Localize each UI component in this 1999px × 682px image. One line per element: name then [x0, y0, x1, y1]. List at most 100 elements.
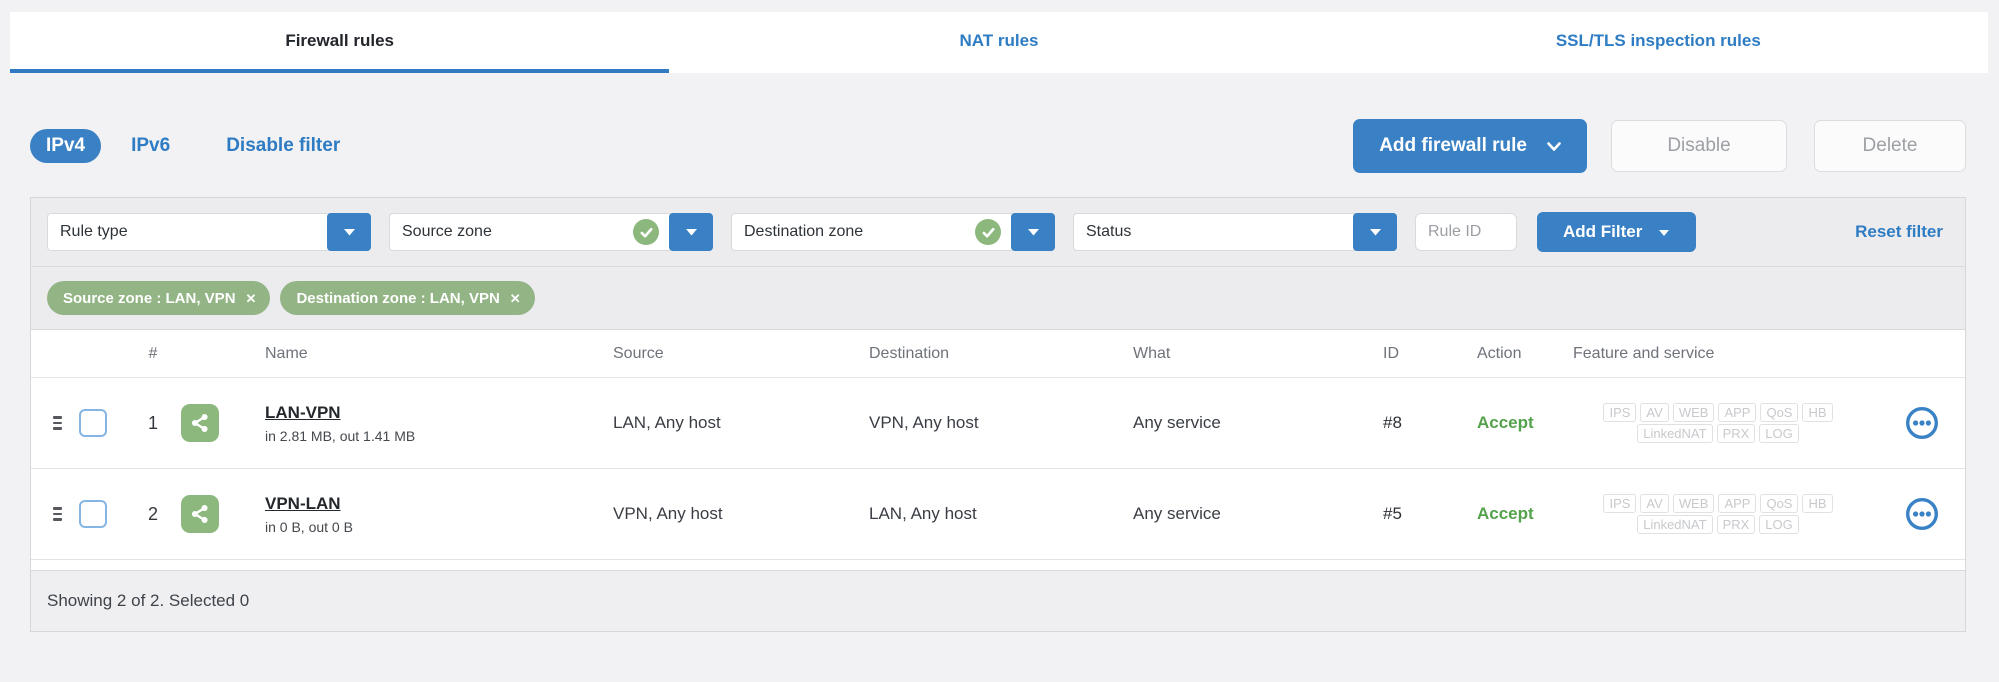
dropdown-label: Status: [1086, 223, 1132, 240]
rule-id-input[interactable]: [1415, 213, 1517, 251]
ipv4-toggle[interactable]: IPv4: [30, 129, 102, 163]
table-row: 2 VPN-LAN in 0 B, out 0 B VPN, Any host LAN,…: [31, 469, 1965, 560]
feature-badges: IPS AV WEB APP QoS HB LinkedNAT PRX LOG: [1573, 492, 1863, 536]
rule-name-link[interactable]: VPN-LAN: [265, 494, 341, 514]
feature-badge-hb: HB: [1802, 494, 1833, 513]
rule-name-link[interactable]: LAN-VPN: [265, 403, 341, 423]
chevron-down-icon[interactable]: [327, 213, 371, 251]
chevron-down-icon: [1547, 135, 1561, 157]
column-header-destination: Destination: [869, 344, 950, 362]
table-footer: Showing 2 of 2. Selected 0: [31, 570, 1965, 631]
column-header-feature-and-service: Feature and service: [1573, 344, 1715, 362]
tab-firewall-rules[interactable]: Firewall rules: [10, 12, 670, 73]
column-header-what: What: [1133, 344, 1171, 362]
feature-badge-linkednat: LinkedNAT: [1637, 424, 1713, 443]
showing-status-text: Showing 2 of 2. Selected 0: [47, 591, 250, 610]
feature-badge-line: IPS AV WEB APP QoS HB: [1573, 494, 1863, 513]
ipv6-toggle[interactable]: IPv6: [131, 135, 170, 157]
table-header: # Name Source Destination What ID Action Featur…: [31, 330, 1965, 378]
add-firewall-rule-button[interactable]: Add firewall rule: [1353, 119, 1587, 173]
row-checkbox[interactable]: [79, 500, 107, 528]
tab-ssl-tls-inspection-rules[interactable]: SSL/TLS inspection rules: [1329, 12, 1988, 73]
add-filter-label: Add Filter: [1563, 222, 1643, 241]
dropdown-value: Status: [1073, 213, 1355, 251]
chevron-down-icon[interactable]: [1011, 213, 1055, 251]
feature-badge-line: LinkedNAT PRX LOG: [1573, 424, 1863, 443]
chevron-down-icon: [1658, 222, 1670, 242]
feature-badge-line: IPS AV WEB APP QoS HB: [1573, 403, 1863, 422]
tab-nat-rules[interactable]: NAT rules: [669, 12, 1328, 73]
dropdown-label: Source zone: [402, 223, 492, 240]
rule-name-cell: LAN-VPN in 2.81 MB, out 1.41 MB: [253, 403, 613, 444]
filter-applied-check-icon: [975, 219, 1001, 245]
column-header-name: Name: [265, 344, 308, 362]
row-checkbox[interactable]: [79, 409, 107, 437]
feature-badge-line: LinkedNAT PRX LOG: [1573, 515, 1863, 534]
filter-bar: Rule type Source zone Destination zone Stat…: [31, 198, 1965, 267]
table-spacer: [31, 560, 1965, 570]
remove-chip-icon[interactable]: ✕: [510, 292, 521, 305]
filter-dropdown-status[interactable]: Status: [1073, 213, 1397, 251]
firewall-rules-panel: Rule type Source zone Destination zone Stat…: [30, 197, 1966, 632]
toolbar-actions: Add firewall rule Disable Delete: [1353, 119, 1966, 173]
filter-chip[interactable]: Destination zone : LAN, VPN ✕: [280, 281, 535, 315]
row-actions-ellipsis-button[interactable]: [1905, 406, 1939, 440]
column-header-: #: [148, 344, 158, 362]
chevron-down-icon[interactable]: [1353, 213, 1397, 251]
filter-applied-check-icon: [633, 219, 659, 245]
feature-badge-av: AV: [1640, 494, 1669, 513]
filter-dropdown-rule-type[interactable]: Rule type: [47, 213, 371, 251]
feature-badge-log: LOG: [1759, 424, 1799, 443]
remove-chip-icon[interactable]: ✕: [246, 292, 257, 305]
filter-dropdown-destination-zone[interactable]: Destination zone: [731, 213, 1055, 251]
reset-filter-link[interactable]: Reset filter: [1855, 222, 1943, 242]
rule-traffic-text: in 2.81 MB, out 1.41 MB: [265, 427, 416, 444]
filter-chip-label: Source zone : LAN, VPN: [63, 289, 236, 307]
dropdown-value: Source zone: [389, 213, 671, 251]
table-body: 1 LAN-VPN in 2.81 MB, out 1.41 MB LAN, Any …: [31, 378, 1965, 560]
rule-destination: LAN, Any host: [869, 504, 977, 523]
dropdown-label: Rule type: [60, 223, 128, 240]
rule-service: Any service: [1133, 504, 1221, 523]
add-filter-button[interactable]: Add Filter: [1537, 212, 1697, 252]
feature-badge-app: APP: [1718, 494, 1757, 513]
tab-bar: Firewall rules NAT rules SSL/TLS inspectio…: [10, 12, 1988, 73]
filter-dropdowns: Rule type Source zone Destination zone Stat…: [47, 213, 1415, 251]
delete-button[interactable]: Delete: [1814, 120, 1966, 172]
filter-chip-label: Destination zone : LAN, VPN: [296, 289, 500, 307]
dropdown-value: Rule type: [47, 213, 329, 251]
share-rule-icon: [181, 404, 219, 442]
column-header-action: Action: [1477, 344, 1522, 362]
toolbar: IPv4 IPv6 Disable filter Add firewall ru…: [30, 119, 1966, 173]
add-firewall-rule-label: Add firewall rule: [1379, 135, 1527, 156]
feature-badge-qos: QoS: [1760, 403, 1799, 422]
feature-badge-app: APP: [1718, 403, 1757, 422]
rule-source: LAN, Any host: [613, 413, 721, 432]
filter-chip[interactable]: Source zone : LAN, VPN ✕: [47, 281, 271, 315]
row-number: 2: [147, 503, 158, 524]
row-actions-ellipsis-button[interactable]: [1905, 497, 1939, 531]
column-header-id: ID: [1383, 344, 1399, 362]
rule-service: Any service: [1133, 413, 1221, 432]
feature-badges: IPS AV WEB APP QoS HB LinkedNAT PRX LOG: [1573, 401, 1863, 445]
disable-filter-link[interactable]: Disable filter: [226, 135, 340, 157]
chevron-down-icon[interactable]: [669, 213, 713, 251]
drag-handle-icon[interactable]: [53, 416, 62, 430]
disable-button[interactable]: Disable: [1611, 120, 1787, 172]
drag-handle-icon[interactable]: [53, 507, 62, 521]
filter-dropdown-source-zone[interactable]: Source zone: [389, 213, 713, 251]
rule-action-accept: Accept: [1477, 504, 1534, 523]
column-header-source: Source: [613, 344, 664, 362]
feature-badge-av: AV: [1640, 403, 1669, 422]
feature-badge-log: LOG: [1759, 515, 1799, 534]
feature-badge-hb: HB: [1802, 403, 1833, 422]
rule-id: #8: [1383, 413, 1402, 432]
rule-destination: VPN, Any host: [869, 413, 979, 432]
rule-name-cell: VPN-LAN in 0 B, out 0 B: [253, 494, 613, 535]
feature-badge-web: WEB: [1672, 403, 1715, 422]
rule-source: VPN, Any host: [613, 504, 723, 523]
feature-badge-ips: IPS: [1603, 494, 1637, 513]
share-rule-icon: [181, 495, 219, 533]
active-filter-chips: Source zone : LAN, VPN ✕ Destination zone …: [31, 267, 1965, 330]
table-row: 1 LAN-VPN in 2.81 MB, out 1.41 MB LAN, Any …: [31, 378, 1965, 469]
